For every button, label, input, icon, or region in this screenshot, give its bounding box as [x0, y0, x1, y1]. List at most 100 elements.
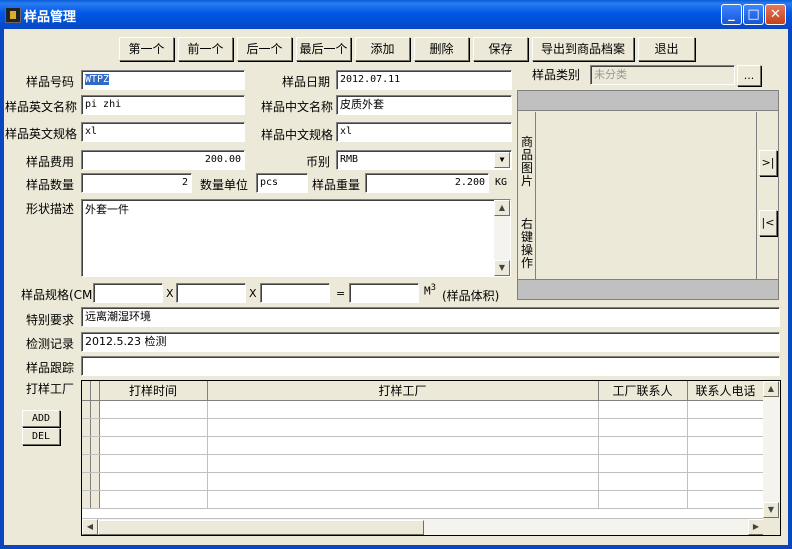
save-button[interactable]: 保存 [473, 37, 528, 61]
table-row[interactable] [82, 472, 765, 491]
scroll-up-icon[interactable]: ▲ [494, 200, 510, 216]
close-icon: ✕ [770, 7, 781, 22]
maximize-button[interactable]: □ [743, 4, 764, 25]
app-icon [5, 7, 21, 23]
volume-field[interactable] [349, 283, 419, 303]
table-row[interactable] [82, 436, 765, 455]
scroll-left-icon[interactable]: ◀ [82, 519, 98, 535]
weight-unit: KG [495, 177, 508, 188]
exit-button[interactable]: 退出 [638, 37, 695, 61]
en-spec-field[interactable]: xl [81, 122, 245, 142]
special-field[interactable]: 远离潮湿环境 [81, 307, 780, 327]
sample-management-window: 样品管理 _ □ ✕ 第一个 前一个 后一个 最后一个 添加 删除 保存 导出到… [0, 0, 792, 549]
column-header-factory[interactable]: 打样工厂 [207, 381, 599, 401]
scroll-corner [763, 518, 780, 535]
size-length-field[interactable] [93, 283, 163, 303]
image-panel-side: 商品图片 右键操作 [518, 112, 536, 280]
scroll-right-icon[interactable]: ▶ [748, 519, 764, 535]
shape-scrollbar[interactable]: ▲ ▼ [494, 200, 510, 276]
scroll-thumb[interactable] [98, 520, 424, 535]
scroll-down-icon[interactable]: ▼ [763, 502, 779, 518]
grid-vertical-scrollbar[interactable]: ▲ ▼ [763, 381, 780, 518]
size-equals: = [336, 287, 346, 300]
inspection-label: 检测记录 [26, 337, 75, 351]
delete-button[interactable]: 删除 [414, 37, 469, 61]
image-panel-top-bar [518, 91, 778, 111]
table-row[interactable] [82, 400, 765, 419]
qty-field[interactable]: 2 [81, 173, 192, 193]
column-header-time[interactable]: 打样时间 [99, 381, 208, 401]
indicator-header [82, 381, 91, 401]
cn-name-label: 样品中文名称 [261, 100, 334, 114]
factory-grid[interactable]: 打样时间 打样工厂 工厂联系人 联系人电话 ▲ ▼ ◀ ▶ [81, 380, 781, 536]
inspection-field[interactable]: 2012.5.23 检测 [81, 332, 780, 352]
table-row[interactable] [82, 490, 765, 509]
size-x1: X [166, 287, 174, 300]
grid-horizontal-scrollbar[interactable]: ◀ ▶ [82, 518, 764, 535]
scroll-down-icon[interactable]: ▼ [494, 260, 510, 276]
fee-field[interactable]: 200.00 [81, 150, 245, 170]
table-header-row: 打样时间 打样工厂 工厂联系人 联系人电话 [82, 381, 765, 401]
image-label: 商品图片 [520, 135, 533, 188]
add-button[interactable]: 添加 [355, 37, 410, 61]
prev-record-button[interactable]: 前一个 [178, 37, 233, 61]
last-record-button[interactable]: 最后一个 [296, 37, 351, 61]
shape-textarea[interactable]: 外套一件 ▲ ▼ [81, 199, 511, 277]
size-width-field[interactable] [176, 283, 246, 303]
currency-select[interactable]: RMB ▼ [336, 150, 512, 170]
tracking-label: 样品跟踪 [26, 361, 75, 375]
en-name-label: 样品英文名称 [5, 100, 78, 114]
currency-label: 币别 [306, 155, 331, 169]
product-image-panel[interactable]: 商品图片 右键操作 >| |< [517, 90, 779, 300]
special-label: 特别要求 [26, 313, 75, 327]
weight-field[interactable]: 2.200 [365, 173, 489, 193]
sample-date-label: 样品日期 [282, 75, 331, 89]
volume-unit-exp: 3 [430, 283, 437, 293]
prev-image-button[interactable]: |< [759, 210, 777, 236]
maximize-icon: □ [747, 7, 760, 22]
next-image-button[interactable]: >| [759, 150, 777, 176]
volume-unit-base: M [424, 284, 431, 298]
grid-del-button[interactable]: DEL [22, 428, 60, 445]
column-header-contact[interactable]: 工厂联系人 [598, 381, 688, 401]
category-label: 样品类别 [532, 68, 581, 82]
factory-label: 打样工厂 [26, 382, 75, 396]
tracking-field[interactable] [81, 356, 780, 376]
window-frame-left [0, 29, 4, 549]
cn-spec-field[interactable]: xl [336, 122, 512, 142]
minimize-button[interactable]: _ [721, 4, 742, 25]
table-row[interactable] [82, 454, 765, 473]
sample-date-field[interactable]: 2012.07.11 [336, 70, 512, 90]
category-picker-button[interactable]: ... [737, 65, 761, 86]
window-frame-bottom [0, 545, 792, 549]
next-record-button[interactable]: 后一个 [237, 37, 292, 61]
cn-spec-label: 样品中文规格 [261, 128, 334, 142]
grid-add-button[interactable]: ADD [22, 410, 60, 427]
right-click-hint: 右键操作 [520, 217, 533, 270]
table-row[interactable] [82, 418, 765, 437]
close-button[interactable]: ✕ [765, 4, 786, 25]
export-button[interactable]: 导出到商品档案 [532, 37, 634, 61]
factory-table: 打样时间 打样工厂 工厂联系人 联系人电话 [82, 381, 765, 509]
unit-field[interactable]: pcs [256, 173, 308, 193]
first-record-button[interactable]: 第一个 [119, 37, 174, 61]
scroll-up-icon[interactable]: ▲ [763, 381, 779, 397]
chevron-down-icon[interactable]: ▼ [494, 152, 510, 168]
shape-label: 形状描述 [26, 202, 75, 216]
currency-value: RMB [340, 154, 359, 165]
en-name-field[interactable]: pi zhi [81, 95, 245, 115]
window-frame-right [788, 29, 792, 549]
size-label: 样品规格(CM) [21, 288, 98, 302]
volume-label: (样品体积) [442, 289, 500, 303]
sample-no-field[interactable]: WTPZ [81, 70, 245, 90]
shape-value: 外套一件 [85, 203, 129, 216]
qty-label: 样品数量 [26, 178, 75, 192]
title-bar[interactable]: 样品管理 _ □ ✕ [0, 0, 792, 29]
size-height-field[interactable] [260, 283, 330, 303]
column-header-phone[interactable]: 联系人电话 [687, 381, 765, 401]
cn-name-field[interactable]: 皮质外套 [336, 95, 512, 115]
image-area[interactable] [537, 112, 757, 280]
sample-no-value: WTPZ [85, 74, 110, 85]
weight-label: 样品重量 [312, 178, 361, 192]
fee-label: 样品费用 [26, 155, 75, 169]
